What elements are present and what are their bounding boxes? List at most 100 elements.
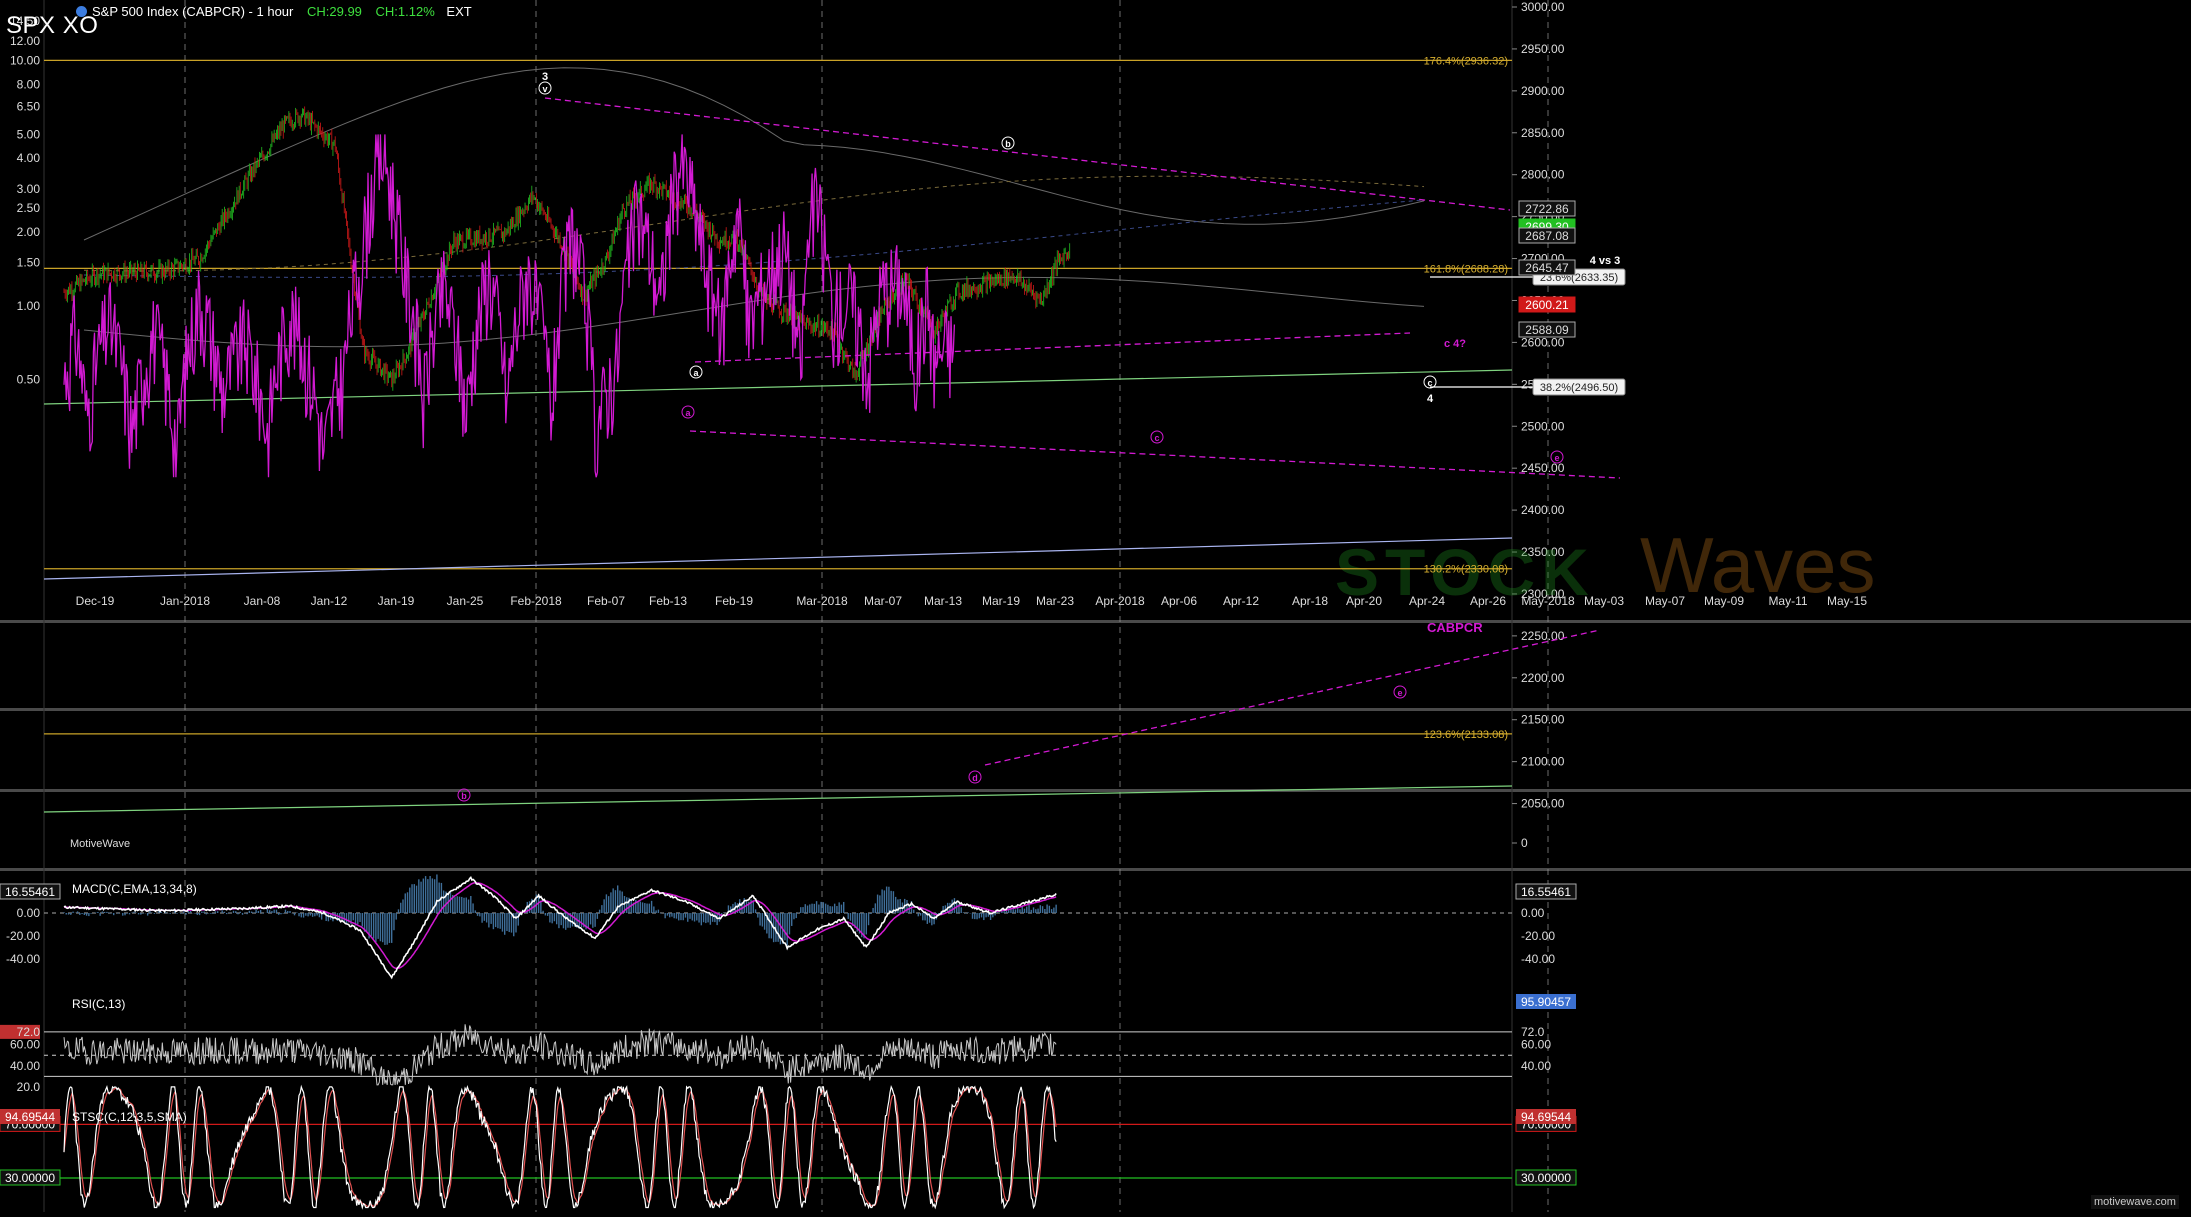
site-credit: motivewave.com	[2091, 1195, 2179, 1209]
wave-label: e	[1554, 453, 1559, 463]
rsi-right-tick: 40.00	[1521, 1059, 1551, 1073]
price-tick-label: 2100.00	[1521, 755, 1565, 769]
x-tick-label: Mar-07	[864, 594, 902, 608]
rsi-right-tick: 60.00	[1521, 1038, 1551, 1052]
wave-label: c 4?	[1444, 338, 1466, 350]
macd-right-tick: -20.00	[1521, 929, 1555, 943]
macd-line	[63, 875, 1057, 980]
fib-level-label: 176.4%(2936.32)	[1424, 55, 1508, 67]
ratio-tick-label: 1.00	[17, 299, 41, 313]
ratio-tick-label: 3.00	[17, 182, 41, 196]
price-tick-label: 2250.00	[1521, 629, 1565, 643]
left-ratio-axis: 14.50 12.00 10.00 8.00 6.50 5.00 4.00 3.00 2.50 2…	[10, 14, 40, 387]
x-tick-label: Feb-19	[715, 594, 753, 608]
chart-stage[interactable]: Dec-19 Jan-2018 Jan-08 Jan-12 Jan-19 Jan-25 Fe…	[0, 0, 2191, 1212]
macd-signal-line	[63, 881, 1057, 970]
chart-canvas[interactable]: Dec-19 Jan-2018 Jan-08 Jan-12 Jan-19 Jan-25 Fe…	[0, 0, 2191, 1212]
ratio-tick-label: 2.00	[17, 225, 41, 239]
wave-label: c	[1154, 433, 1159, 443]
stoch-value-label: 94.69544	[1521, 1110, 1571, 1124]
x-tick-label: Jan-12	[311, 594, 348, 608]
pane-separator	[0, 708, 2191, 711]
rsi-left-tick: 20.0	[17, 1080, 41, 1094]
macd-left-tick: 0.00	[17, 906, 41, 920]
price-tick-label: 2150.00	[1521, 713, 1565, 727]
stochastic-pane: STSC(C,12,3,5,SMA)70.00000 70.0000030.000…	[0, 1084, 1577, 1210]
stoch-d-line	[63, 1086, 1057, 1208]
pane-separator	[0, 789, 2191, 792]
wave-label: a	[693, 368, 699, 378]
rsi-title: RSI(C,13)	[72, 997, 125, 1011]
macd-left-tick: -40.00	[6, 952, 40, 966]
price-label-text: 2588.09	[1525, 323, 1569, 337]
motivewave-footer: MotiveWave	[70, 838, 130, 850]
price-label-text: 2645.47	[1525, 261, 1569, 275]
wave-label: e	[1397, 688, 1402, 698]
price-tick-label: 2050.00	[1521, 797, 1565, 811]
x-axis-labels: Dec-19 Jan-2018 Jan-08 Jan-12 Jan-19 Jan-25 Fe…	[76, 594, 1868, 608]
macd-right-tick: 0.00	[1521, 906, 1545, 920]
macd-left-tick: -20.00	[6, 929, 40, 943]
ratio-tick-label: 1.50	[17, 256, 41, 270]
stoch-level-label: 30.00000	[1521, 1171, 1571, 1185]
stoch-k-line	[63, 1084, 1057, 1210]
ratio-tick-label: 2.50	[17, 201, 41, 215]
watermark-right-text: Waves	[1640, 521, 1876, 609]
ratio-tick-label: 4.00	[17, 151, 41, 165]
fib-level-label: 130.2%(2330.08)	[1424, 564, 1508, 576]
price-tick-label: 3000.00	[1521, 0, 1565, 14]
x-tick-label: Apr-12	[1223, 594, 1259, 608]
price-tick-label: 0	[1521, 836, 1528, 850]
fib-level-label: 161.8%(2688.28)	[1424, 263, 1508, 275]
ratio-tick-label: 14.50	[10, 14, 40, 28]
fib-level-label: 123.6%(2133.08)	[1424, 729, 1508, 741]
x-tick-label: Mar-13	[924, 594, 962, 608]
envelope-upper	[83, 67, 1425, 241]
wave-label: 3	[542, 71, 548, 83]
ratio-tick-label: 12.00	[10, 34, 40, 48]
x-tick-label: Apr-18	[1292, 594, 1328, 608]
x-tick-label: Jan-08	[244, 594, 281, 608]
wave-label: b	[461, 791, 467, 801]
wave-label: a	[685, 408, 691, 418]
stoch-title: STSC(C,12,3,5,SMA)	[72, 1110, 187, 1124]
wave-label: 4 vs 3	[1590, 255, 1621, 267]
price-tick-label: 2850.00	[1521, 126, 1565, 140]
price-tick-label: 2900.00	[1521, 84, 1565, 98]
cabpcr-channel-lower	[984, 629, 1601, 766]
x-tick-label: Jan-19	[378, 594, 415, 608]
price-tick-label: 2500.00	[1521, 419, 1565, 433]
stoch-value-label: 94.69544	[5, 1110, 55, 1124]
price-label-text: 2687.08	[1525, 229, 1569, 243]
trend-line-green-upper	[43, 369, 1513, 405]
rsi-pane: RSI(C,13)72.060.00 60.0040.00 40.0020.072.…	[0, 994, 1576, 1094]
right-price-axis: 3000.002950.002900.002850.002800.002750.…	[1512, 0, 1565, 850]
ratio-tick-label: 5.00	[17, 127, 41, 141]
ratio-tick-label: 0.50	[17, 373, 41, 387]
macd-value-label: 16.55461	[1521, 885, 1571, 899]
x-tick-label: Mar-23	[1036, 594, 1074, 608]
projection-box-label: 38.2%(2496.50)	[1540, 382, 1618, 394]
rsi-value-label: 95.90457	[1521, 995, 1571, 1009]
moving-average-2	[83, 199, 1425, 278]
stoch-level-label: 30.00000	[5, 1171, 55, 1185]
pane-separator	[0, 868, 2191, 871]
trend-line-blue	[43, 537, 1513, 580]
x-tick-label: Mar-19	[982, 594, 1020, 608]
price-label-text: 2722.86	[1525, 202, 1569, 216]
wave-label: b	[1005, 139, 1011, 149]
price-tick-label: 2950.00	[1521, 42, 1565, 56]
wave-label: v	[542, 84, 547, 94]
rsi-line	[63, 1024, 1057, 1086]
ratio-tick-label: 8.00	[17, 77, 41, 91]
macd-title: MACD(C,EMA,13,34,8)	[72, 882, 197, 896]
wave-label: d	[972, 773, 978, 783]
price-tick-label: 2400.00	[1521, 503, 1565, 517]
price-tick-label: 2200.00	[1521, 671, 1565, 685]
macd-pane: MACD(C,EMA,13,34,8) 0.00 0.00 -20.00 -20.00 -…	[0, 874, 1577, 980]
x-tick-label: Feb-13	[649, 594, 687, 608]
cabpcr-annotation: CABPCR	[1427, 620, 1483, 635]
wave-label: c	[1427, 378, 1432, 388]
x-tick-label: Jan-25	[447, 594, 484, 608]
x-tick-label: Dec-19	[76, 594, 115, 608]
